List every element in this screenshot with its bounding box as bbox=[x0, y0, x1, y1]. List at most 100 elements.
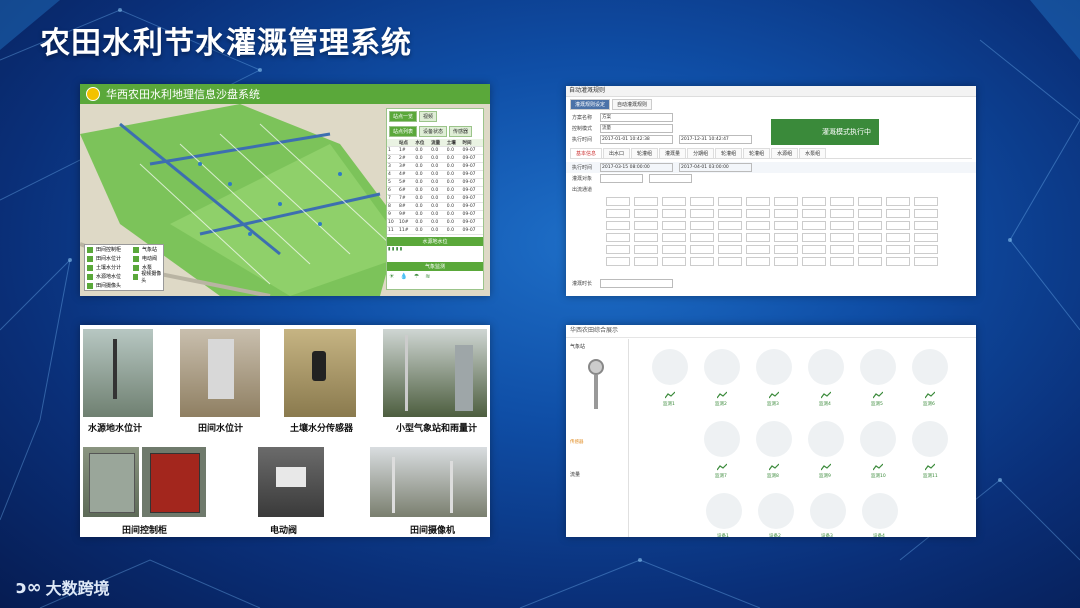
form-subtab[interactable]: 轮灌组 bbox=[715, 148, 743, 158]
target-input-2[interactable] bbox=[649, 174, 692, 183]
table-row[interactable]: 9 9# 0.0 0.0 0.0 09-07 bbox=[387, 210, 483, 219]
device-card[interactable] bbox=[758, 493, 794, 529]
line-chart-icon[interactable] bbox=[820, 463, 832, 471]
target-input[interactable] bbox=[600, 174, 643, 183]
channel-input[interactable] bbox=[858, 232, 882, 242]
table-row[interactable]: 2 2# 0.0 0.0 0.0 09-07 bbox=[387, 154, 483, 163]
channel-input[interactable] bbox=[746, 208, 770, 218]
channel-input[interactable] bbox=[634, 244, 658, 254]
form-subtab[interactable]: 基本信息 bbox=[570, 148, 603, 158]
gauge-card[interactable] bbox=[652, 349, 688, 385]
line-chart-icon[interactable] bbox=[820, 391, 832, 399]
channel-input[interactable] bbox=[746, 196, 770, 206]
channel-input[interactable] bbox=[690, 256, 714, 266]
channel-input[interactable] bbox=[662, 196, 686, 206]
channel-input[interactable] bbox=[774, 256, 798, 266]
legend-item[interactable]: 气象站 bbox=[131, 245, 163, 254]
channel-input[interactable] bbox=[606, 232, 630, 242]
gauge-card[interactable] bbox=[704, 349, 740, 385]
channel-input[interactable] bbox=[886, 220, 910, 230]
form-subtab[interactable]: 出水口 bbox=[603, 148, 631, 158]
channel-input[interactable] bbox=[718, 232, 742, 242]
channel-input[interactable] bbox=[634, 256, 658, 266]
channel-input[interactable] bbox=[774, 244, 798, 254]
channel-input[interactable] bbox=[774, 196, 798, 206]
channel-input[interactable] bbox=[690, 208, 714, 218]
table-row[interactable]: 10 10# 0.0 0.0 0.0 09-07 bbox=[387, 218, 483, 227]
end-time-input[interactable]: 2017-12-31 10:42:47 bbox=[679, 135, 752, 144]
gauge-card[interactable] bbox=[704, 421, 740, 457]
table-row[interactable]: 4 4# 0.0 0.0 0.0 09-07 bbox=[387, 170, 483, 179]
line-chart-icon[interactable] bbox=[924, 463, 936, 471]
gauge-card[interactable] bbox=[808, 349, 844, 385]
channel-input[interactable] bbox=[662, 220, 686, 230]
channel-input[interactable] bbox=[802, 220, 826, 230]
channel-input[interactable] bbox=[746, 244, 770, 254]
channel-input[interactable] bbox=[606, 256, 630, 266]
channel-input[interactable] bbox=[718, 244, 742, 254]
channel-input[interactable] bbox=[914, 208, 938, 218]
channel-input[interactable] bbox=[886, 244, 910, 254]
line-chart-icon[interactable] bbox=[872, 463, 884, 471]
channel-input[interactable] bbox=[830, 232, 854, 242]
table-row[interactable]: 3 3# 0.0 0.0 0.0 09-07 bbox=[387, 162, 483, 171]
channel-input[interactable] bbox=[606, 196, 630, 206]
channel-input[interactable] bbox=[886, 208, 910, 218]
legend-item[interactable]: 电动阀 bbox=[131, 254, 163, 263]
channel-input[interactable] bbox=[774, 232, 798, 242]
tab-sensor[interactable]: 传感器 bbox=[449, 126, 473, 137]
channel-input[interactable] bbox=[634, 196, 658, 206]
channel-input[interactable] bbox=[858, 256, 882, 266]
channel-input[interactable] bbox=[830, 196, 854, 206]
line-chart-icon[interactable] bbox=[716, 391, 728, 399]
form-subtab[interactable]: 水泵组 bbox=[799, 148, 827, 158]
gauge-card[interactable] bbox=[860, 349, 896, 385]
exec-end-input[interactable]: 2017-04-01 03:00:00 bbox=[679, 163, 752, 172]
exec-start-input[interactable]: 2017-03-15 08:00:00 bbox=[600, 163, 673, 172]
device-card[interactable] bbox=[810, 493, 846, 529]
device-card[interactable] bbox=[706, 493, 742, 529]
form-subtab[interactable]: 水源组 bbox=[771, 148, 799, 158]
control-mode-select[interactable]: 流量 bbox=[600, 124, 673, 133]
channel-input[interactable] bbox=[830, 208, 854, 218]
channel-input[interactable] bbox=[662, 232, 686, 242]
line-chart-icon[interactable] bbox=[716, 463, 728, 471]
channel-input[interactable] bbox=[774, 208, 798, 218]
gauge-card[interactable] bbox=[912, 349, 948, 385]
channel-input[interactable] bbox=[606, 220, 630, 230]
legend-item[interactable]: 田间水位计 bbox=[85, 254, 131, 263]
table-row[interactable]: 5 5# 0.0 0.0 0.0 09-07 bbox=[387, 178, 483, 187]
channel-input[interactable] bbox=[802, 196, 826, 206]
start-time-input[interactable]: 2017-01-01 10:42:38 bbox=[600, 135, 673, 144]
channel-input[interactable] bbox=[914, 244, 938, 254]
channel-input[interactable] bbox=[662, 244, 686, 254]
tab-station-list[interactable]: 站点列表 bbox=[389, 126, 418, 137]
legend-item[interactable]: 土壤水分计 bbox=[85, 263, 131, 272]
gauge-card[interactable] bbox=[808, 421, 844, 457]
channel-input[interactable] bbox=[858, 244, 882, 254]
device-card[interactable] bbox=[862, 493, 898, 529]
channel-input[interactable] bbox=[690, 232, 714, 242]
gauge-card[interactable] bbox=[912, 421, 948, 457]
channel-input[interactable] bbox=[914, 232, 938, 242]
line-chart-icon[interactable] bbox=[924, 391, 936, 399]
line-chart-icon[interactable] bbox=[768, 463, 780, 471]
channel-input[interactable] bbox=[662, 208, 686, 218]
tab-rule-setting[interactable]: 灌溉规则设定 bbox=[570, 99, 611, 110]
legend-item[interactable]: 田间控制柜 bbox=[85, 245, 131, 254]
channel-input[interactable] bbox=[914, 196, 938, 206]
channel-input[interactable] bbox=[634, 232, 658, 242]
channel-input[interactable] bbox=[746, 232, 770, 242]
gauge-card[interactable] bbox=[860, 421, 896, 457]
channel-input[interactable] bbox=[830, 244, 854, 254]
channel-input[interactable] bbox=[690, 196, 714, 206]
channel-input[interactable] bbox=[886, 232, 910, 242]
channel-input[interactable] bbox=[718, 220, 742, 230]
line-chart-icon[interactable] bbox=[768, 391, 780, 399]
table-row[interactable]: 11 11# 0.0 0.0 0.0 09-07 bbox=[387, 226, 483, 235]
gauge-card[interactable] bbox=[756, 421, 792, 457]
legend-item[interactable]: 水源地水位 bbox=[85, 272, 131, 281]
channel-input[interactable] bbox=[914, 256, 938, 266]
table-row[interactable]: 6 6# 0.0 0.0 0.0 09-07 bbox=[387, 186, 483, 195]
channel-input[interactable] bbox=[718, 196, 742, 206]
